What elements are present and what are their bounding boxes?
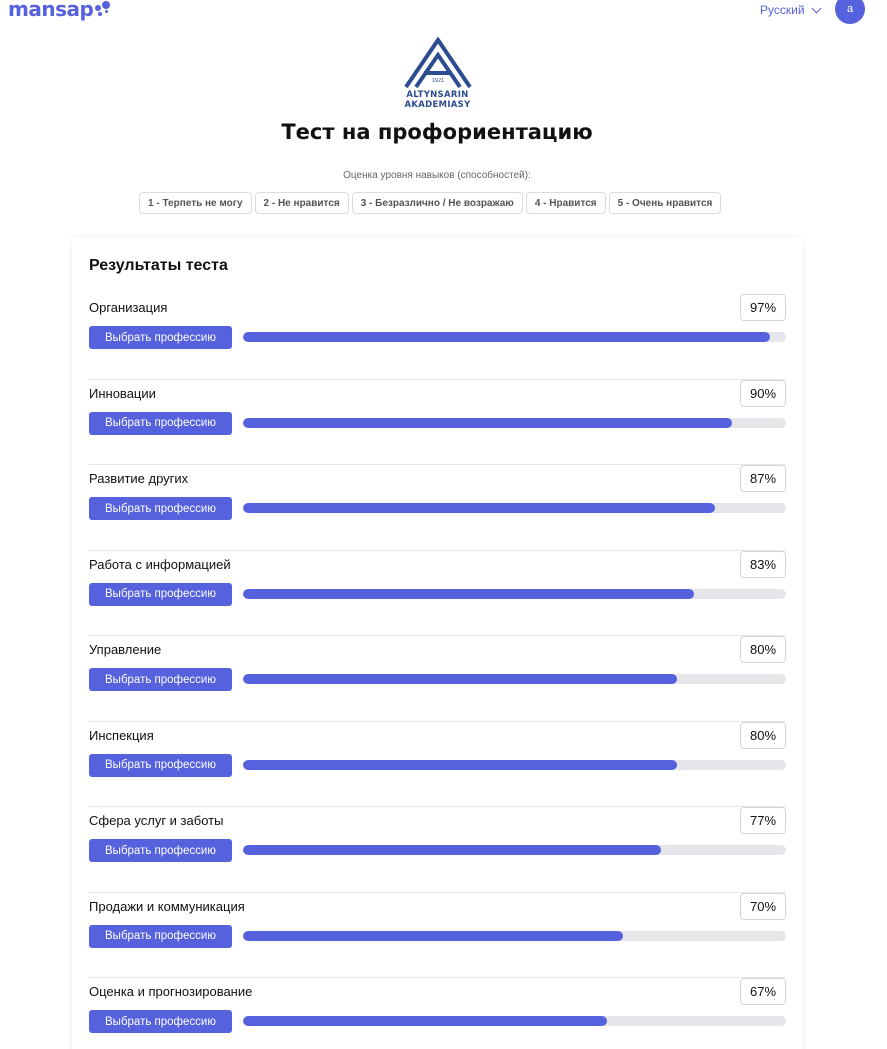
brand-dots-icon [94, 0, 112, 18]
result-row: Оценка и прогнозирование 67% Выбрать профе… [89, 978, 786, 1049]
results-list: Организация 97% Выбрать профессию Инновации… [89, 294, 786, 1049]
brand-logo[interactable]: mansap [8, 0, 112, 21]
choose-profession-button[interactable]: Выбрать профессию [89, 497, 232, 520]
language-label: Русский [760, 3, 805, 17]
result-row: Организация 97% Выбрать профессию [89, 294, 786, 380]
result-percent: 80% [740, 721, 786, 749]
result-row: Продажи и коммуникация 70% Выбрать професс… [89, 892, 786, 978]
progress-track [243, 417, 786, 428]
progress-fill [243, 503, 716, 513]
progress-fill [243, 845, 662, 855]
progress-fill [243, 332, 770, 342]
result-label: Инспекция [89, 727, 154, 743]
scale-option: 5 - Очень нравится [608, 192, 722, 214]
result-row: Инспекция 80% Выбрать профессию [89, 721, 786, 807]
progress-track [243, 674, 786, 684]
result-percent: 77% [740, 807, 786, 834]
progress-fill [243, 588, 694, 599]
result-label: Работа с информацией [89, 556, 231, 572]
choose-profession-button[interactable]: Выбрать профессию [89, 326, 232, 349]
result-label: Управление [89, 642, 162, 657]
academy-logo: 1921 ALTYNSARIN AKADEMIASY [400, 37, 475, 113]
result-percent: 87% [740, 465, 786, 492]
result-label: Оценка и прогнозирование [89, 984, 253, 999]
scale-option: 1 - Терпеть не могу [139, 192, 252, 214]
progress-track [243, 930, 786, 941]
result-percent: 90% [740, 379, 786, 407]
result-row: Сфера услуг и заботы 77% Выбрать профессию [89, 807, 786, 893]
scale-option: 3 - Безразлично / Не возражаю [351, 192, 523, 214]
progress-track [243, 759, 786, 770]
progress-fill [243, 759, 678, 770]
page-title: Тест на профориентацию [281, 120, 593, 144]
brand-name: mansap [8, 0, 94, 21]
progress-fill [243, 417, 732, 428]
progress-track [243, 503, 786, 513]
choose-profession-button[interactable]: Выбрать профессию [89, 668, 232, 691]
result-percent: 97% [740, 294, 786, 321]
logo-line2: AKADEMIASY [404, 100, 471, 110]
progress-track [243, 588, 786, 599]
result-row: Работа с информацией 83% Выбрать профессию [89, 550, 786, 636]
scale-legend: 1 - Терпеть не могу 2 - Не нравится 3 - Бе… [139, 192, 722, 214]
scale-option: 4 - Нравится [525, 192, 606, 214]
result-label: Развитие других [89, 471, 189, 486]
choose-profession-button[interactable]: Выбрать профессию [89, 582, 232, 606]
choose-profession-button[interactable]: Выбрать профессию [89, 1010, 232, 1033]
choose-profession-button[interactable]: Выбрать профессию [89, 411, 232, 435]
language-selector[interactable]: Русский [760, 3, 821, 17]
result-row: Управление 80% Выбрать профессию [89, 636, 786, 722]
result-label: Продажи и коммуникация [89, 898, 245, 914]
choose-profession-button[interactable]: Выбрать профессию [89, 924, 232, 948]
progress-fill [243, 674, 678, 684]
choose-profession-button[interactable]: Выбрать профессию [89, 839, 232, 862]
choose-profession-button[interactable]: Выбрать профессию [89, 753, 232, 777]
academy-emblem-icon: 1921 [404, 37, 472, 89]
result-percent: 70% [740, 892, 786, 920]
progress-fill [243, 930, 624, 941]
result-label: Организация [89, 300, 168, 315]
results-card: Результаты теста Организация 97% Выбрать п… [72, 237, 803, 1049]
logo-year: 1921 [432, 78, 445, 84]
progress-fill [243, 1016, 607, 1026]
result-label: Сфера услуг и заботы [89, 813, 224, 828]
chevron-down-icon [811, 3, 821, 13]
result-percent: 80% [740, 636, 786, 663]
scale-caption: Оценка уровня навыков (способностей): [343, 170, 531, 181]
result-percent: 67% [740, 978, 786, 1005]
result-label: Инновации [89, 385, 156, 401]
result-percent: 83% [740, 550, 786, 578]
top-bar: mansap Русский a [0, 0, 887, 28]
progress-track [243, 1016, 786, 1026]
results-title: Результаты теста [89, 257, 228, 274]
progress-track [243, 332, 786, 342]
logo-line1: ALTYNSARIN [406, 90, 469, 100]
result-row: Инновации 90% Выбрать профессию [89, 379, 786, 465]
result-row: Развитие других 87% Выбрать профессию [89, 465, 786, 551]
progress-track [243, 845, 786, 855]
scale-option: 2 - Не нравится [254, 192, 349, 214]
avatar[interactable]: a [835, 0, 865, 24]
